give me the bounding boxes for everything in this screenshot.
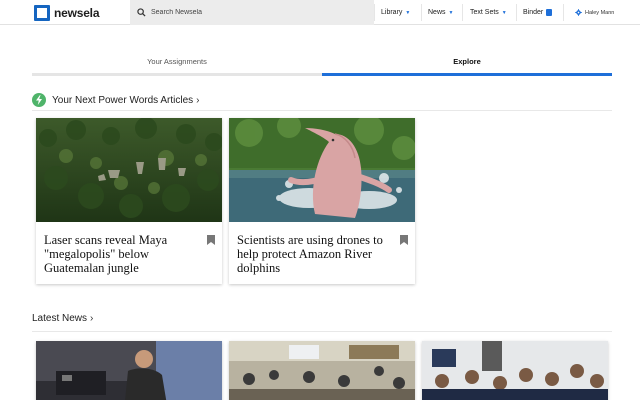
section-divider <box>32 331 612 332</box>
user-menu[interactable]: Haley Mann <box>575 0 614 25</box>
news-image-robotics <box>36 341 222 400</box>
nav-news-label: News <box>428 9 446 16</box>
section-title: Your Next Power Words Articles <box>52 94 194 106</box>
nav-binder-link[interactable]: Binder <box>523 0 553 25</box>
binder-book-icon <box>546 9 553 16</box>
nav-binder-label: Binder <box>523 9 544 16</box>
gear-icon <box>575 9 582 16</box>
section-title: Latest News <box>32 313 88 324</box>
article-image-pink-river-dolphin <box>229 118 415 222</box>
news-article-card[interactable] <box>422 341 608 400</box>
tab-explore[interactable]: Explore <box>322 53 612 76</box>
chevron-down-icon: ▼ <box>448 9 454 16</box>
article-image-maya-jungle <box>36 118 222 222</box>
nav-divider <box>462 4 463 21</box>
chevron-right-icon: › <box>90 313 94 324</box>
news-article-card[interactable] <box>229 341 415 400</box>
nav-text-sets-label: Text Sets <box>470 9 499 16</box>
nav-divider <box>563 4 564 21</box>
bookmark-icon[interactable] <box>207 235 215 245</box>
nav-divider <box>421 4 422 21</box>
nav-news-menu[interactable]: News ▼ <box>428 0 453 25</box>
chevron-down-icon: ▼ <box>501 9 507 16</box>
article-card[interactable]: Laser scans reveal Maya "megalopolis" be… <box>36 118 222 284</box>
home-tabs: Your Assignments Explore <box>32 53 612 76</box>
article-card[interactable]: Scientists are using drones to help prot… <box>229 118 415 284</box>
nav-library-label: Library <box>381 9 403 16</box>
logo-mark-icon <box>34 4 50 21</box>
tab-label: Your Assignments <box>147 56 207 66</box>
search-input[interactable] <box>151 9 361 16</box>
tab-label: Explore <box>453 56 481 66</box>
lightning-bolt-icon <box>32 93 46 107</box>
user-name: Haley Mann <box>585 9 615 16</box>
nav-text-sets-menu[interactable]: Text Sets ▼ <box>470 0 507 25</box>
article-title: Laser scans reveal Maya "megalopolis" be… <box>44 233 168 275</box>
bookmark-icon[interactable] <box>400 235 408 245</box>
top-navigation-bar: newsela Library ▼ News ▼ Text Sets ▼ Bin… <box>0 0 640 25</box>
article-title: Scientists are using drones to help prot… <box>237 233 383 275</box>
section-divider <box>32 110 612 111</box>
search-icon <box>137 8 146 17</box>
tab-your-assignments[interactable]: Your Assignments <box>32 53 322 76</box>
logo-wordmark: newsela <box>54 5 100 20</box>
nav-divider <box>516 4 517 21</box>
news-image-classroom <box>229 341 415 400</box>
latest-news-heading-link[interactable]: Latest News › <box>32 313 93 324</box>
news-image-students <box>422 341 608 400</box>
newsela-logo[interactable]: newsela <box>34 4 99 21</box>
news-article-card[interactable] <box>36 341 222 400</box>
nav-divider <box>374 4 375 21</box>
search-bar[interactable] <box>130 0 374 25</box>
power-words-heading-link[interactable]: Your Next Power Words Articles › <box>32 93 200 107</box>
chevron-right-icon: › <box>196 94 200 106</box>
chevron-down-icon: ▼ <box>405 9 411 16</box>
nav-library-menu[interactable]: Library ▼ <box>381 0 410 25</box>
